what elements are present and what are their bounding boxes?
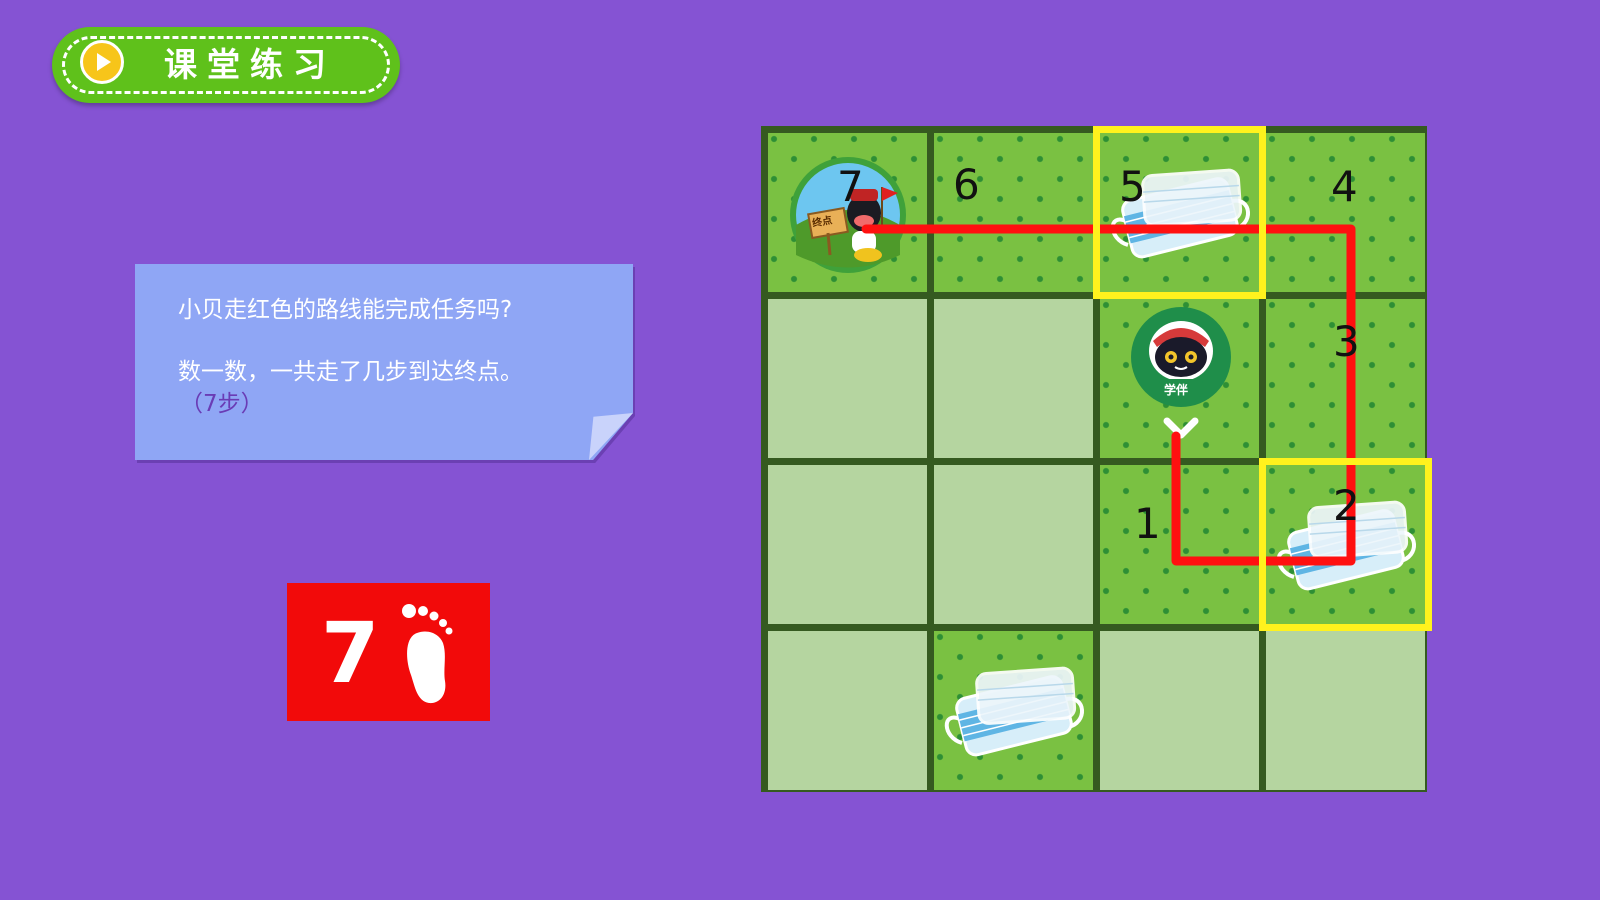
question-card: 小贝走红色的路线能完成任务吗? 数一数，一共走了几步到达终点。 （7步） — [135, 264, 633, 460]
question-text: 小贝走红色的路线能完成任务吗? — [178, 297, 513, 323]
step-label: 7 — [837, 162, 864, 211]
instruction-text: 数一数，一共走了几步到达终点。 — [178, 359, 523, 385]
step-label: 2 — [1333, 481, 1360, 530]
step-label: 6 — [953, 160, 980, 209]
lesson-title: 课堂练习 — [164, 45, 336, 84]
step-count-badge: 7 — [287, 583, 490, 721]
game-board: 终点 学伴 1 2 3 4 5 6 7 — [761, 126, 1432, 792]
play-icon[interactable] — [80, 40, 124, 84]
step-label: 1 — [1134, 499, 1161, 548]
footprint-icon — [402, 604, 453, 704]
step-label: 4 — [1331, 162, 1358, 211]
answer-text: （7步） — [180, 391, 264, 417]
lesson-title-banner: 课堂练习 — [52, 27, 400, 103]
mask-highlight-box — [1093, 126, 1266, 299]
step-label: 3 — [1333, 317, 1360, 366]
step-count-value: 7 — [321, 604, 380, 702]
step-label: 5 — [1119, 162, 1146, 211]
